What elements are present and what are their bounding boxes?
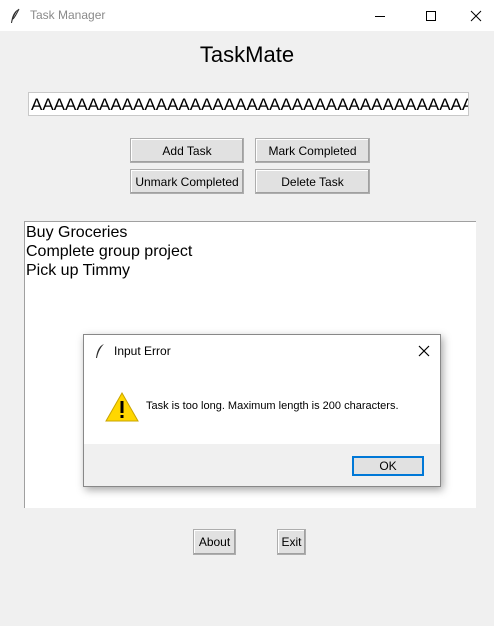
- window-title: Task Manager: [30, 8, 106, 22]
- maximize-button[interactable]: [408, 0, 454, 31]
- warning-icon: [105, 392, 139, 422]
- unmark-completed-button[interactable]: Unmark Completed: [130, 169, 244, 194]
- add-task-button[interactable]: Add Task: [130, 138, 244, 163]
- app-heading: TaskMate: [199, 42, 295, 67]
- delete-task-button[interactable]: Delete Task: [255, 169, 370, 194]
- title-bar: Task Manager: [0, 0, 494, 31]
- mark-completed-button[interactable]: Mark Completed: [255, 138, 370, 163]
- ok-button[interactable]: OK: [352, 456, 424, 476]
- input-error-dialog: Input Error Task is too long. Maximum le…: [83, 334, 441, 487]
- list-item[interactable]: Complete group project: [26, 242, 476, 261]
- task-input[interactable]: AAAAAAAAAAAAAAAAAAAAAAAAAAAAAAAAAAAAAAAA…: [28, 92, 469, 116]
- feather-icon: [11, 8, 20, 23]
- maximize-icon: [426, 10, 436, 21]
- list-item[interactable]: Buy Groceries: [26, 223, 476, 242]
- list-item[interactable]: Pick up Timmy: [26, 261, 476, 280]
- dialog-title: Input Error: [114, 344, 171, 358]
- about-button[interactable]: About: [193, 529, 236, 555]
- feather-icon: [96, 344, 104, 358]
- close-button[interactable]: [453, 0, 494, 31]
- minimize-icon: [375, 15, 385, 17]
- close-icon[interactable]: [416, 343, 432, 359]
- close-icon: [470, 10, 482, 21]
- minimize-button[interactable]: [357, 0, 403, 31]
- dialog-message: Task is too long. Maximum length is 200 …: [146, 400, 399, 412]
- exit-button[interactable]: Exit: [277, 529, 306, 555]
